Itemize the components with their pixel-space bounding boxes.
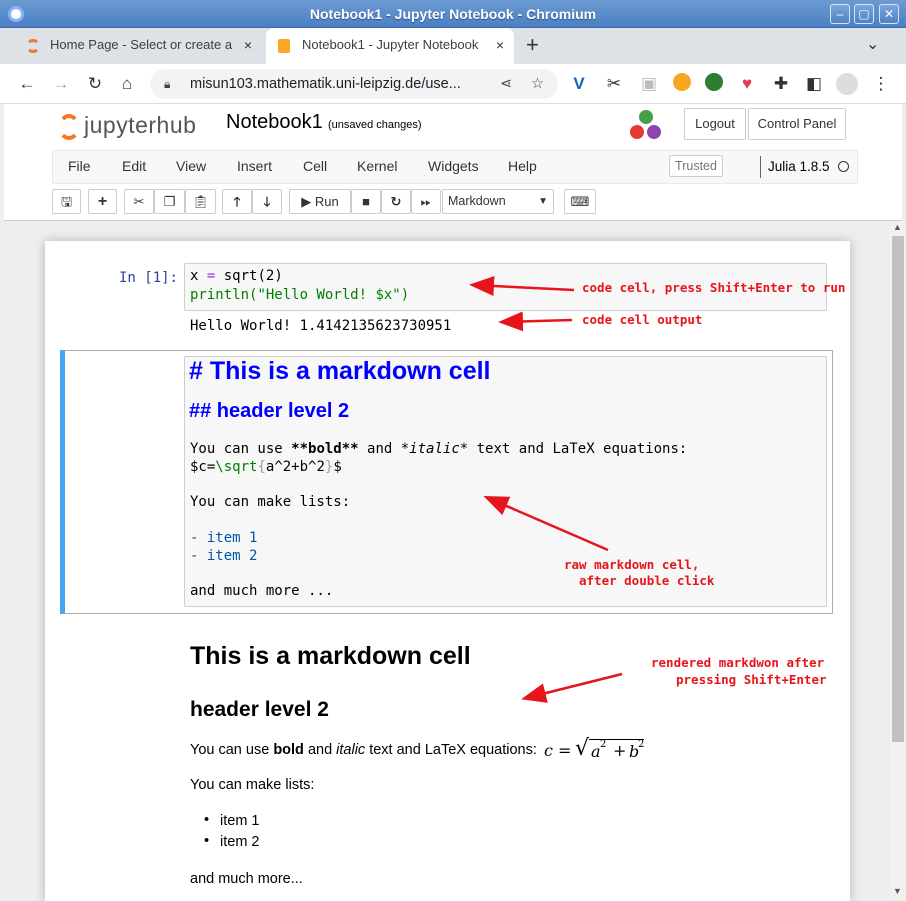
- annotation-rendered-1: rendered markdwon after: [651, 655, 825, 670]
- arrow-raw-md: [483, 496, 609, 552]
- annotation-arrows: [469, 276, 623, 703]
- annotation-raw-md-2: after double click: [579, 573, 715, 588]
- arrow-output: [498, 311, 573, 332]
- annotation-code-cell: code cell, press Shift+Enter to run: [582, 280, 846, 295]
- annotation-raw-md-1: raw markdown cell,: [564, 557, 700, 572]
- annotation-rendered-2: pressing Shift+Enter: [676, 672, 827, 687]
- arrow-rendered: [521, 672, 623, 703]
- annotation-output: code cell output: [582, 312, 703, 327]
- arrow-code-cell: [469, 276, 575, 296]
